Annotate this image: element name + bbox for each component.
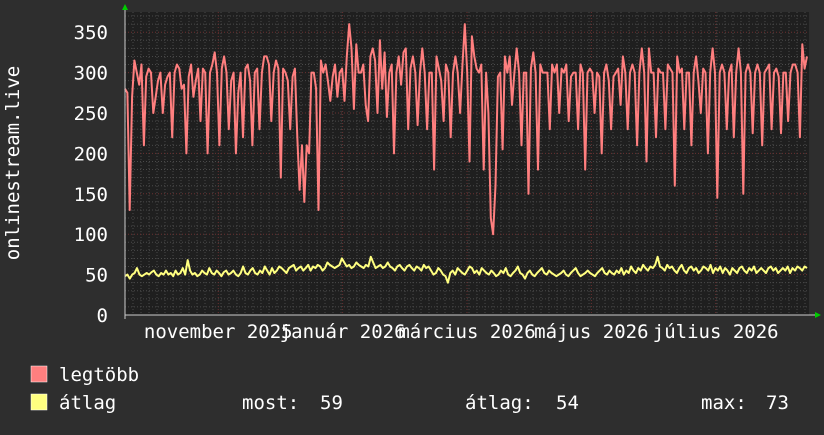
y-tick-label: 250 bbox=[74, 103, 108, 125]
legend-label-avg: átlag bbox=[59, 392, 116, 414]
stat-avg-value: 54 bbox=[556, 392, 579, 414]
stat-avg-label: átlag: bbox=[465, 392, 534, 414]
x-tick-label: március 2026 bbox=[398, 321, 535, 343]
y-axis-label: onlinestream.live bbox=[2, 66, 24, 260]
legend-label-max: legtöbb bbox=[59, 364, 139, 386]
y-tick-label: 300 bbox=[74, 63, 108, 85]
y-tick-label: 0 bbox=[97, 305, 108, 327]
legend-swatch-avg bbox=[30, 393, 48, 411]
stat-max-label: max: bbox=[701, 392, 747, 414]
x-tick-labels: november 2025január 2026március 2026máju… bbox=[144, 321, 779, 343]
x-tick-label: január 2026 bbox=[280, 321, 406, 343]
x-tick-label: július 2026 bbox=[653, 321, 779, 343]
x-tick-label: november 2025 bbox=[144, 321, 293, 343]
chart-svg: 0 50 100 150 200 250 300 350 november 2025januá… bbox=[0, 0, 824, 430]
stat-max-value: 73 bbox=[766, 392, 789, 414]
legend-swatch-max bbox=[30, 365, 48, 383]
x-tick-label: május 2026 bbox=[534, 321, 648, 343]
y-tick-label: 150 bbox=[74, 184, 108, 206]
chart: 0 50 100 150 200 250 300 350 november 2025 januá… bbox=[0, 0, 824, 430]
y-tick-label: 200 bbox=[74, 143, 108, 165]
y-tick-label: 50 bbox=[85, 265, 108, 287]
stat-current-label: most: bbox=[242, 392, 299, 414]
y-tick-label: 100 bbox=[74, 224, 108, 246]
y-tick-label: 350 bbox=[74, 22, 108, 44]
stats: most: 59 átlag: 54 max: 73 bbox=[242, 392, 789, 414]
stat-current-value: 59 bbox=[320, 392, 343, 414]
